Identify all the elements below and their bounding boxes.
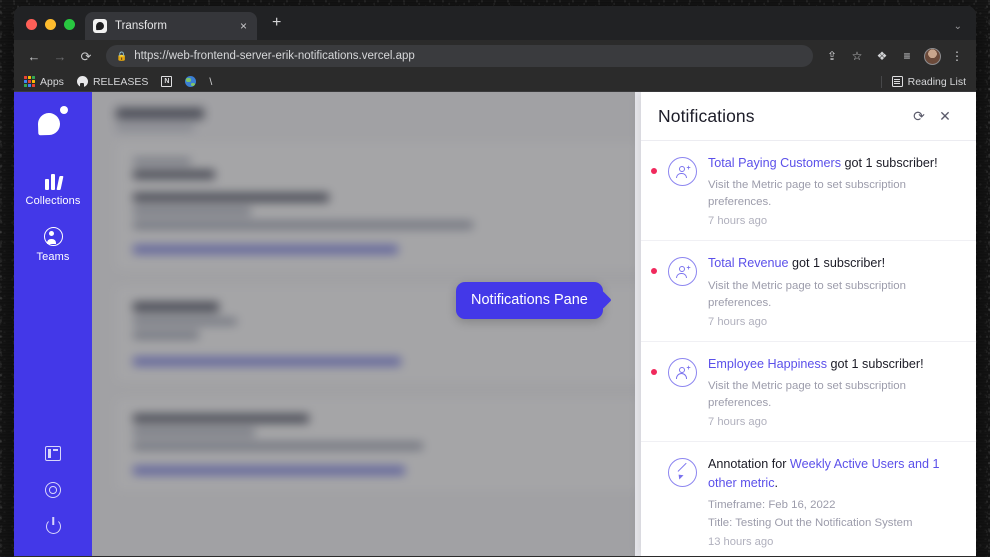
notification-title: Total Revenue got 1 subscriber! <box>708 254 960 272</box>
bookmark-star-icon[interactable]: ☆ <box>846 45 868 67</box>
forward-button[interactable]: → <box>48 44 72 68</box>
toolbar-icons: ⇪ ☆ ❖ ≡ ⋮ <box>821 45 968 67</box>
notification-title-lead: Annotation for <box>708 457 790 472</box>
browser-toolbar: ← → ⟳ 🔒 https://web-frontend-server-erik… <box>14 40 976 72</box>
browser-tab[interactable]: Transform × <box>85 12 257 40</box>
extensions-puzzle-icon[interactable]: ❖ <box>871 45 893 67</box>
notification-subtitle: Visit the Metric page to set subscriptio… <box>708 279 906 309</box>
notifications-title: Notifications <box>658 105 755 126</box>
sidebar-item-label: Teams <box>36 251 70 263</box>
reading-list-button[interactable]: Reading List <box>880 75 966 88</box>
notification-timestamp: 13 hours ago <box>708 536 774 549</box>
reading-list-icon <box>891 76 903 87</box>
notification-title-rest: . <box>774 475 779 490</box>
bookmark-notion[interactable]: N <box>161 76 173 87</box>
list-item[interactable]: + Total Paying Customers got 1 subscribe… <box>641 141 976 242</box>
close-icon[interactable]: × <box>238 18 249 34</box>
notification-title: Annotation for Weekly Active Users and 1… <box>708 455 960 492</box>
close-icon[interactable]: ✕ <box>932 103 958 129</box>
notification-title: Total Paying Customers got 1 subscriber! <box>708 154 960 172</box>
new-tab-button[interactable]: + <box>267 13 286 33</box>
notification-title-rest: got 1 subscriber! <box>841 156 938 170</box>
reading-list-icon[interactable]: ≡ <box>896 45 918 67</box>
browser-tab-strip: Transform × + ⌄ <box>14 6 976 40</box>
annotation-title: Title: Testing Out the Notification Syst… <box>708 516 913 529</box>
close-window-button[interactable] <box>26 19 37 30</box>
person-plus-icon: + <box>668 157 697 186</box>
people-icon <box>43 227 63 246</box>
url-text: https://web-frontend-server-erik-notific… <box>134 50 415 62</box>
notifications-pane-callout: Notifications Pane <box>456 282 603 319</box>
list-item[interactable]: Annotation for Weekly Active Users and 1… <box>641 442 976 556</box>
address-bar[interactable]: 🔒 https://web-frontend-server-erik-notif… <box>106 45 813 67</box>
apps-grid-icon <box>24 76 35 87</box>
droplet-icon <box>93 19 107 33</box>
notification-title: Employee Happiness got 1 subscriber! <box>708 355 960 373</box>
notification-subtitle: Visit the Metric page to set subscriptio… <box>708 179 906 209</box>
unread-indicator <box>651 168 657 174</box>
person-plus-icon: + <box>668 257 697 287</box>
page-viewport: Collections Teams Notifications Pane Not… <box>14 92 976 556</box>
notifications-panel: Notifications ⟳ ✕ + Total Paying Custome… <box>641 92 976 556</box>
sidebar-bottom-actions <box>45 446 61 556</box>
list-item[interactable]: + Total Revenue got 1 subscriber! Visit … <box>641 241 976 342</box>
bar-chart-icon <box>44 173 63 190</box>
share-icon[interactable]: ⇪ <box>821 45 843 67</box>
tab-title: Transform <box>115 20 167 32</box>
chrome-menu-icon[interactable]: ⋮ <box>946 45 968 67</box>
notifications-list[interactable]: + Total Paying Customers got 1 subscribe… <box>641 141 976 556</box>
reading-list-label: Reading List <box>907 75 966 88</box>
reload-button[interactable]: ⟳ <box>74 44 98 68</box>
github-icon <box>76 76 88 88</box>
globe-icon <box>185 76 197 87</box>
unread-indicator <box>651 268 657 275</box>
notification-timestamp: 7 hours ago <box>708 215 768 228</box>
notification-subtitle: Visit the Metric page to set subscriptio… <box>708 380 906 410</box>
sidebar-item-collections[interactable]: Collections <box>14 164 92 218</box>
metric-link[interactable]: Employee Happiness <box>708 357 827 371</box>
person-plus-icon: + <box>668 357 697 387</box>
bookmark-releases-label: RELEASES <box>92 75 149 88</box>
book-icon[interactable] <box>45 446 61 461</box>
window-controls <box>22 19 85 40</box>
chevron-down-icon[interactable]: ⌄ <box>954 22 962 32</box>
notification-timestamp: 7 hours ago <box>708 315 768 328</box>
notification-title-rest: got 1 subscriber! <box>827 356 924 371</box>
gear-icon[interactable] <box>45 482 61 498</box>
app-sidebar: Collections Teams <box>14 92 92 556</box>
bookmark-apps[interactable]: Apps <box>24 76 64 88</box>
unread-indicator <box>651 469 657 475</box>
unread-indicator <box>651 368 657 375</box>
lock-icon: 🔒 <box>116 50 128 61</box>
pencil-icon <box>668 458 697 488</box>
notion-icon: N <box>161 76 173 87</box>
transform-logo[interactable] <box>36 106 70 136</box>
metric-link[interactable]: Total Revenue <box>708 256 789 270</box>
avatar[interactable] <box>921 45 943 67</box>
bookmark-apps-label: Apps <box>40 75 64 88</box>
notification-timestamp: 7 hours ago <box>708 416 768 429</box>
bookmarks-bar: Apps RELEASES N \ Reading List <box>14 72 976 92</box>
power-icon[interactable] <box>45 519 61 534</box>
notifications-header: Notifications ⟳ ✕ <box>641 92 976 141</box>
refresh-icon[interactable]: ⟳ <box>906 103 932 129</box>
minimize-window-button[interactable] <box>45 19 56 30</box>
annotation-timeframe: Timeframe: Feb 16, 2022 <box>708 498 836 511</box>
bookmark-slash-label: \ <box>209 75 213 88</box>
back-button[interactable]: ← <box>22 44 46 68</box>
maximize-window-button[interactable] <box>64 19 75 30</box>
sidebar-item-label: Collections <box>25 195 81 207</box>
sidebar-item-teams[interactable]: Teams <box>14 218 92 274</box>
browser-window: Transform × + ⌄ ← → ⟳ 🔒 https://web-fron… <box>14 6 976 557</box>
notification-title-rest: got 1 subscriber! <box>788 256 886 271</box>
metric-link[interactable]: Total Paying Customers <box>708 156 841 170</box>
bookmark-globe[interactable] <box>185 76 197 87</box>
bookmark-releases[interactable]: RELEASES <box>76 75 149 88</box>
list-item[interactable]: + Employee Happiness got 1 subscriber! V… <box>641 342 976 443</box>
bookmark-slash[interactable]: \ <box>209 76 212 88</box>
